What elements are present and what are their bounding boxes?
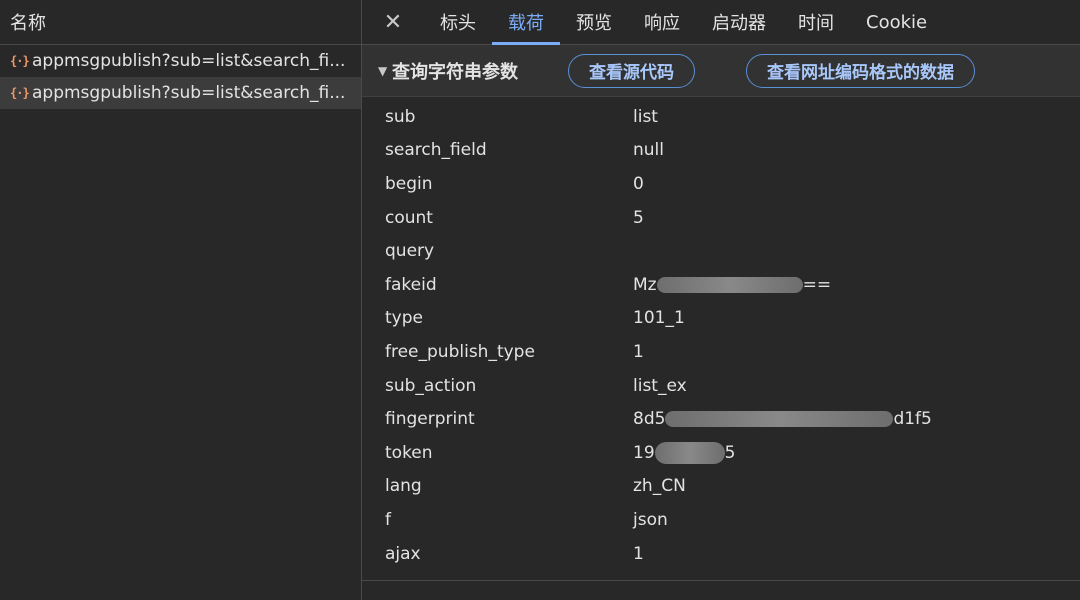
param-value: 5 [633, 207, 644, 228]
param-row: f json [362, 503, 1080, 537]
param-value: null [633, 140, 664, 161]
value-prefix: 8d5 [633, 409, 666, 430]
param-row: begin 0 [362, 167, 1080, 201]
param-key: lang [385, 476, 422, 497]
name-column-label: 名称 [10, 13, 46, 34]
tab-preview[interactable]: 预览 [560, 0, 628, 44]
redaction-blur [656, 276, 803, 293]
panel-divider [362, 580, 1080, 581]
param-row: ajax 1 [362, 537, 1080, 571]
param-key: free_publish_type [385, 341, 535, 362]
query-params-header[interactable]: ▼ 查询字符串参数 查看源代码 查看网址编码格式的数据 [362, 45, 1080, 97]
value-suffix: == [802, 274, 832, 295]
param-row: sub list [362, 100, 1080, 134]
value-suffix: 5 [724, 442, 736, 463]
param-value: list [633, 106, 658, 127]
tab-response[interactable]: 响应 [628, 0, 696, 44]
redaction-blur [665, 411, 894, 428]
request-detail-panel: ✕ 标头 载荷 预览 响应 启动器 时间 Cookie ▼ 查询字符串参数 查看… [362, 0, 1080, 600]
detail-tabbar: ✕ 标头 载荷 预览 响应 启动器 时间 Cookie [362, 0, 1080, 45]
view-url-encoded-button[interactable]: 查看网址编码格式的数据 [746, 53, 975, 88]
param-key: query [385, 241, 435, 262]
tab-headers[interactable]: 标头 [424, 0, 492, 44]
param-key: fakeid [385, 274, 437, 295]
param-key: fingerprint [385, 409, 475, 430]
param-key: token [385, 442, 433, 463]
param-row: fingerprint 8d5 d1f5 [362, 402, 1080, 436]
param-value-redacted: 8d5 d1f5 [633, 409, 932, 429]
param-key: begin [385, 173, 433, 194]
param-value-redacted: 19 5 [633, 441, 736, 464]
tab-cookies[interactable]: Cookie [850, 0, 943, 44]
param-key: search_field [385, 140, 487, 161]
param-row: lang zh_CN [362, 470, 1080, 504]
request-row-selected[interactable]: {·} appmsgpublish?sub=list&search_fi... [0, 77, 361, 109]
name-column-header[interactable]: 名称 [0, 0, 361, 45]
param-value: zh_CN [633, 476, 686, 497]
redaction-blur [654, 441, 725, 464]
request-row[interactable]: {·} appmsgpublish?sub=list&search_fi... [0, 45, 361, 77]
param-key: sub [385, 106, 416, 127]
param-value-redacted: Mz == [633, 275, 831, 295]
request-name: appmsgpublish?sub=list&search_fi... [32, 51, 346, 71]
value-suffix: d1f5 [893, 409, 932, 430]
value-prefix: 19 [633, 442, 655, 463]
param-key: sub_action [385, 375, 477, 396]
param-row: fakeid Mz == [362, 268, 1080, 302]
param-row: count 5 [362, 201, 1080, 235]
caret-down-icon[interactable]: ▼ [378, 64, 388, 78]
param-key: f [385, 509, 391, 530]
tab-payload[interactable]: 载荷 [492, 0, 560, 45]
param-row: query [362, 234, 1080, 268]
value-prefix: Mz [633, 274, 657, 295]
param-value: 1 [633, 341, 644, 362]
param-value: list_ex [633, 375, 687, 396]
param-key: count [385, 207, 433, 228]
view-source-button[interactable]: 查看源代码 [568, 53, 695, 88]
request-name: appmsgpublish?sub=list&search_fi... [32, 83, 346, 103]
close-icon[interactable]: ✕ [362, 0, 424, 44]
request-list-panel: 名称 {·} appmsgpublish?sub=list&search_fi.… [0, 0, 362, 600]
param-value: 101_1 [633, 308, 685, 329]
section-title: 查询字符串参数 [392, 61, 518, 83]
param-value: json [633, 509, 668, 530]
param-row: sub_action list_ex [362, 369, 1080, 403]
param-value: 0 [633, 173, 644, 194]
params-list: sub list search_field null begin 0 count… [362, 97, 1080, 570]
param-row: free_publish_type 1 [362, 335, 1080, 369]
tab-timing[interactable]: 时间 [782, 0, 850, 44]
param-row: search_field null [362, 134, 1080, 168]
param-key: ajax [385, 543, 421, 564]
param-value: 1 [633, 543, 644, 564]
tab-initiator[interactable]: 启动器 [696, 0, 782, 44]
json-braces-icon: {·} [10, 54, 30, 68]
param-key: type [385, 308, 423, 329]
param-row: type 101_1 [362, 302, 1080, 336]
param-row: token 19 5 [362, 436, 1080, 470]
json-braces-icon: {·} [10, 86, 30, 100]
